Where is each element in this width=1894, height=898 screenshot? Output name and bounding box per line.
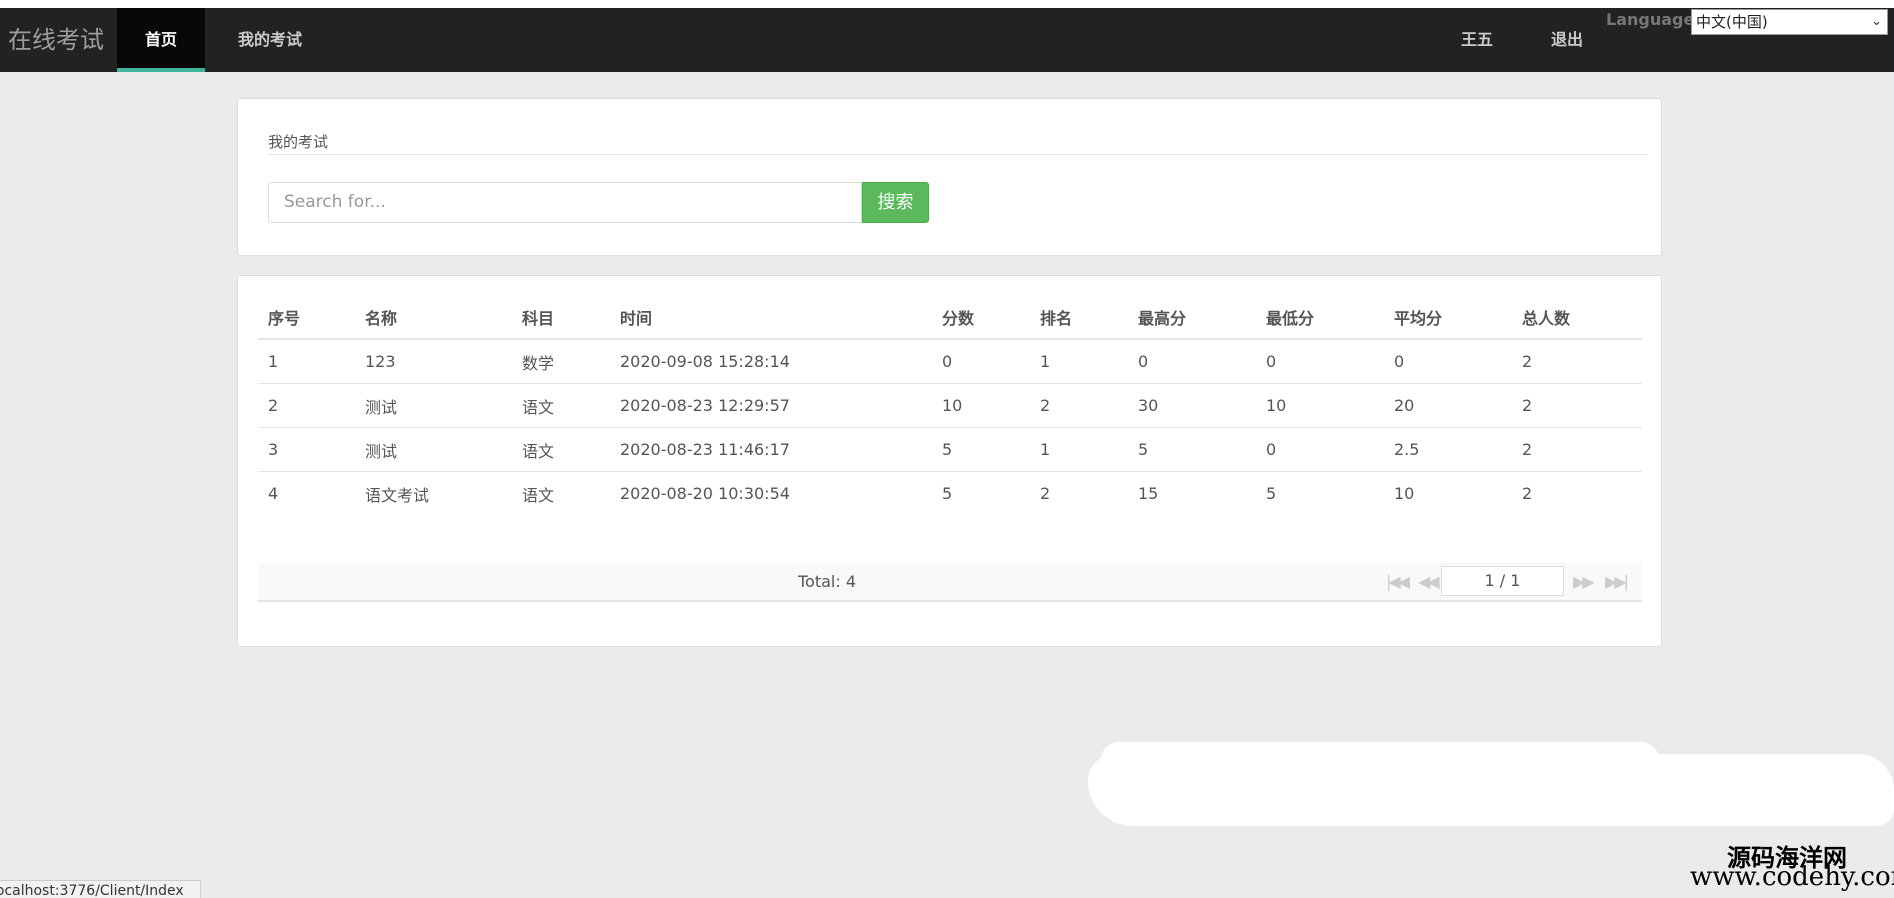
divider: [268, 154, 1648, 155]
table-cell: 5: [1128, 427, 1256, 472]
results-panel: 序号 名称 科目 时间 分数 排名 最高分 最低分 平均分 总人数 1 123 …: [237, 275, 1662, 647]
table-cell: 语文考试: [365, 485, 430, 505]
table-cell: 5: [932, 427, 1030, 472]
table-cell: 数学: [512, 339, 610, 384]
table-cell: 10: [1394, 484, 1415, 503]
top-strip: [0, 0, 1894, 8]
chevron-down-icon: ⌄: [1871, 14, 1882, 29]
nav-user-name[interactable]: 王五: [1452, 8, 1502, 72]
table-cell: 0: [1256, 339, 1384, 384]
column-header[interactable]: 分数: [932, 296, 1030, 340]
exam-table: 序号 名称 科目 时间 分数 排名 最高分 最低分 平均分 总人数 1 123 …: [258, 296, 1642, 515]
table-cell: 30: [1128, 383, 1256, 428]
column-header[interactable]: 排名: [1030, 296, 1128, 340]
column-header[interactable]: 科目: [512, 296, 610, 340]
next-page-icon[interactable]: ▶▶: [1573, 563, 1595, 600]
table-cell: 语文: [522, 485, 555, 505]
table-cell: 2: [1522, 484, 1533, 503]
table-row[interactable]: 2 测试 语文 2020-08-23 12:29:57 10 2 30 10 2…: [258, 383, 1642, 428]
table-cell: 2020-08-23 12:29:57: [610, 383, 932, 428]
table-row[interactable]: 3 测试 语文 2020-08-23 11:46:17 5 1 5 0 2.5 …: [258, 427, 1642, 472]
table-cell: 2020-08-23 11:46:17: [610, 427, 932, 472]
table-cell: 2: [258, 383, 355, 428]
table-cell: 测试: [355, 383, 512, 428]
table-cell: 语文: [512, 427, 610, 472]
table-cell: 0: [1256, 427, 1384, 472]
brand-logo[interactable]: 在线考试: [8, 8, 104, 72]
table-cell: 1: [1030, 339, 1128, 384]
table-cell: 0: [932, 339, 1030, 384]
watermark-url: www.codehy.com: [1690, 862, 1894, 892]
table-cell: 0: [1128, 339, 1256, 384]
last-page-icon[interactable]: ▶▶|: [1605, 563, 1629, 600]
search-input[interactable]: Search for...: [268, 182, 862, 223]
search-panel: 我的考试 Search for... 搜索: [237, 98, 1662, 256]
panel-title: 我的考试: [268, 133, 329, 151]
nav-home[interactable]: 首页: [117, 8, 205, 72]
table-row[interactable]: 4 语文考试 语文 2020-08-20 10:30:54 5 2 15 5 1…: [258, 472, 1642, 516]
column-header[interactable]: 序号: [258, 296, 355, 340]
first-page-icon[interactable]: |◀◀: [1386, 563, 1410, 600]
column-header[interactable]: 最低分: [1256, 296, 1384, 340]
column-header[interactable]: 名称: [355, 296, 512, 340]
prev-page-icon[interactable]: ◀◀: [1418, 563, 1440, 600]
column-header[interactable]: 时间: [610, 296, 932, 340]
table-cell: 5: [1266, 484, 1277, 503]
table-cell: 2: [1040, 484, 1051, 503]
table-cell: 2.5: [1384, 427, 1512, 472]
table-header-row: 序号 名称 科目 时间 分数 排名 最高分 最低分 平均分 总人数: [258, 296, 1642, 340]
search-button[interactable]: 搜索: [862, 182, 929, 223]
table-cell: 1: [258, 339, 355, 384]
table-cell: 2: [1030, 383, 1128, 428]
table-cell: 123: [355, 339, 512, 384]
column-header[interactable]: 总人数: [1512, 296, 1642, 340]
nav-my-exams[interactable]: 我的考试: [225, 8, 315, 72]
table-cell: 2020-08-20 10:30:54: [620, 484, 790, 503]
table-cell: 4: [268, 484, 279, 503]
table-cell: 2: [1512, 427, 1642, 472]
table-cell: 5: [942, 484, 953, 503]
table-cell: 15: [1138, 484, 1159, 503]
table-cell: 语文: [512, 383, 610, 428]
table-cell: 10: [932, 383, 1030, 428]
page-number-input[interactable]: 1 / 1: [1441, 566, 1564, 596]
table-cell: 2: [1512, 383, 1642, 428]
table-cell: 1: [1030, 427, 1128, 472]
table-cell: 2020-09-08 15:28:14: [610, 339, 932, 384]
language-label: Language:: [1606, 10, 1701, 29]
table-cell: 20: [1384, 383, 1512, 428]
column-header[interactable]: 平均分: [1384, 296, 1512, 340]
table-cell: 3: [258, 427, 355, 472]
total-count: Total: 4: [798, 572, 857, 591]
table-cell: 测试: [355, 427, 512, 472]
status-bar-url: localhost:3776/Client/Index: [0, 880, 201, 898]
table-row[interactable]: 1 123 数学 2020-09-08 15:28:14 0 1 0 0 0 2: [258, 339, 1642, 384]
table-cell: 10: [1256, 383, 1384, 428]
redaction-mark: [1088, 754, 1894, 826]
table-cell: 2: [1512, 339, 1642, 384]
table-cell: 0: [1384, 339, 1512, 384]
pagination-bar: Total: 4 |◀◀ ◀◀ 1 / 1 ▶▶ ▶▶|: [258, 563, 1642, 602]
language-select-value: 中文(中国): [1696, 13, 1768, 31]
nav-logout[interactable]: 退出: [1537, 8, 1597, 72]
column-header[interactable]: 最高分: [1128, 296, 1256, 340]
language-select[interactable]: 中文(中国) ⌄: [1691, 9, 1888, 35]
